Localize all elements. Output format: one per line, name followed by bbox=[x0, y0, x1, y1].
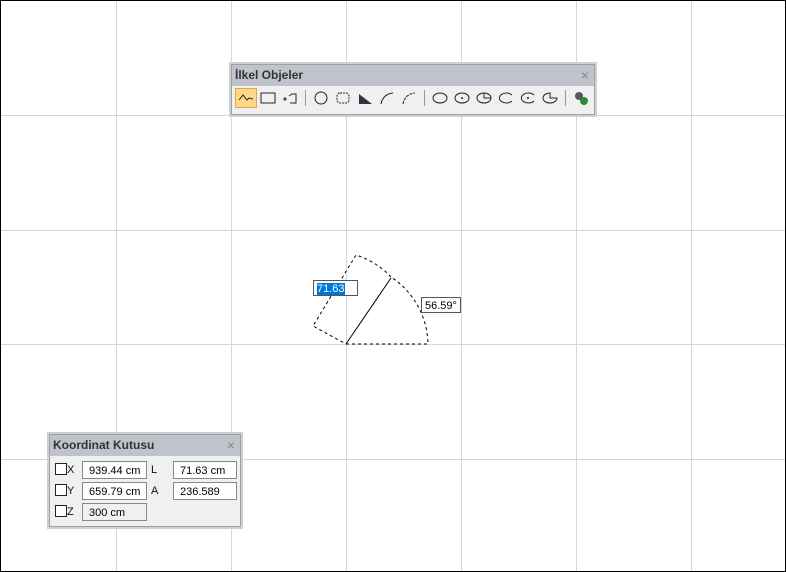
toolbar-title: İlkel Objeler bbox=[235, 68, 304, 82]
triangle-icon bbox=[359, 94, 372, 104]
polyline-tool[interactable] bbox=[235, 88, 257, 108]
angle-field[interactable]: 236.589 bbox=[173, 482, 237, 500]
z-lock-checkbox[interactable] bbox=[55, 505, 67, 517]
triangle-tool[interactable] bbox=[354, 88, 376, 108]
ellipse-arc-center-icon bbox=[520, 92, 535, 104]
pie-segment-tool[interactable] bbox=[539, 88, 561, 108]
toolbar-separator bbox=[305, 90, 306, 106]
z-label: Z bbox=[67, 506, 74, 518]
pie-segment-icon bbox=[542, 92, 558, 104]
preview-sector bbox=[312, 254, 392, 345]
cloud-icon bbox=[336, 92, 350, 104]
angle-label: 56.59° bbox=[421, 297, 461, 313]
coord-box-title: Koordinat Kutusu bbox=[53, 438, 155, 452]
x-field[interactable]: 939.44 cm bbox=[82, 461, 147, 479]
polyline-icon bbox=[238, 94, 254, 101]
primitive-objects-toolbar: İlkel Objeler × bbox=[231, 64, 595, 115]
polyline-add-tool[interactable] bbox=[279, 88, 301, 108]
arc-icon bbox=[380, 92, 394, 105]
cloud-tool[interactable] bbox=[332, 88, 354, 108]
toolbar-separator bbox=[424, 90, 425, 106]
y-field[interactable]: 659.79 cm bbox=[82, 482, 147, 500]
arc-tool[interactable] bbox=[376, 88, 398, 108]
close-icon[interactable]: × bbox=[227, 435, 235, 456]
x-lock-checkbox[interactable] bbox=[55, 463, 67, 475]
coordinate-box: Koordinat Kutusu × X 939.44 cm L 71.63 cm… bbox=[49, 434, 241, 527]
toolbar-title-bar[interactable]: İlkel Objeler × bbox=[232, 65, 594, 86]
polyline-add-icon bbox=[283, 93, 297, 104]
ellipse-arc-center-tool[interactable] bbox=[517, 88, 539, 108]
length-value: 71.63 bbox=[317, 283, 345, 295]
pie-tool[interactable] bbox=[473, 88, 495, 108]
x-label: X bbox=[67, 464, 75, 476]
toolbar-separator bbox=[565, 90, 566, 106]
length-input[interactable]: 71.63 bbox=[313, 280, 358, 296]
y-lock-checkbox[interactable] bbox=[55, 484, 67, 496]
rectangle-tool[interactable] bbox=[257, 88, 279, 108]
settings-gears-icon bbox=[575, 92, 588, 105]
close-icon[interactable]: × bbox=[581, 65, 589, 86]
length-field[interactable]: 71.63 cm bbox=[173, 461, 237, 479]
arc-arrow-icon bbox=[402, 92, 416, 105]
ellipse-arc-tool[interactable] bbox=[495, 88, 517, 108]
ellipse-arc-icon bbox=[498, 92, 513, 104]
ellipse-icon bbox=[432, 92, 448, 104]
z-field[interactable]: 300 cm bbox=[82, 503, 147, 521]
ellipse-center-tool[interactable] bbox=[451, 88, 473, 108]
a-label: A bbox=[151, 485, 159, 497]
angle-arc bbox=[346, 276, 429, 345]
circle-tool[interactable] bbox=[310, 88, 332, 108]
ellipse-center-icon bbox=[454, 92, 470, 104]
l-label: L bbox=[151, 464, 158, 476]
rectangle-icon bbox=[260, 92, 276, 104]
y-label: Y bbox=[67, 485, 75, 497]
arc-arrow-tool[interactable] bbox=[398, 88, 420, 108]
circle-icon bbox=[314, 91, 328, 105]
coord-box-title-bar[interactable]: Koordinat Kutusu × bbox=[50, 435, 240, 456]
ellipse-tool[interactable] bbox=[429, 88, 451, 108]
settings-tool[interactable] bbox=[570, 88, 592, 108]
pie-icon bbox=[476, 92, 492, 104]
